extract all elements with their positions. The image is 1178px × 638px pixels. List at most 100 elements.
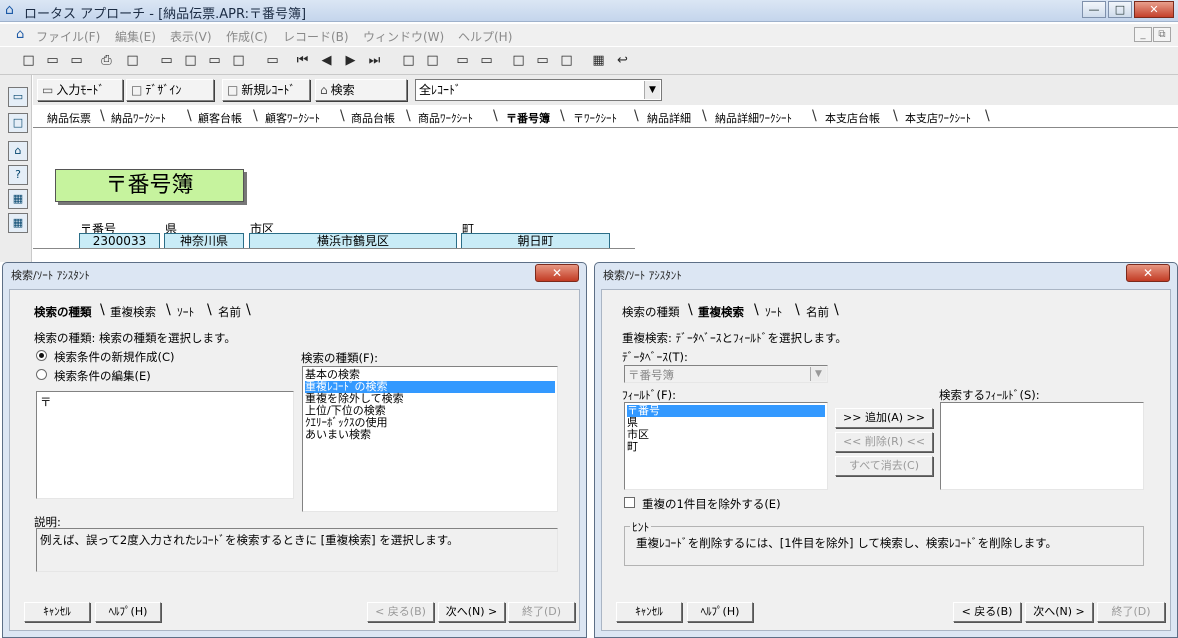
list-item[interactable]: 県: [627, 417, 825, 429]
insert-icon[interactable]: □: [556, 50, 577, 71]
search-field-list[interactable]: [940, 402, 1144, 490]
sort-desc-icon[interactable]: □: [422, 50, 443, 71]
tab-duplicate-search[interactable]: 重複検索: [698, 304, 744, 320]
field-zip[interactable]: 2300033: [79, 233, 160, 249]
help-button[interactable]: ﾍﾙﾌﾟ(H): [687, 602, 753, 622]
tab-honshiten-daicho[interactable]: 本支店台帳: [825, 110, 880, 126]
cancel-button[interactable]: ｷｬﾝｾﾙ: [616, 602, 682, 622]
open-file-icon[interactable]: ▭: [42, 50, 63, 71]
new-file-icon[interactable]: □: [18, 50, 39, 71]
find-again-icon[interactable]: ▭: [476, 50, 497, 71]
undo-icon[interactable]: ↩: [612, 50, 633, 71]
menu-help[interactable]: ヘルプ(H): [458, 28, 512, 45]
folder-icon[interactable]: ▭: [66, 50, 87, 71]
field-prefecture[interactable]: 神奈川県: [164, 233, 244, 249]
list-item[interactable]: あいまい検索: [305, 429, 555, 441]
tab-search-type[interactable]: 検索の種類: [34, 304, 92, 320]
radio-edit-condition-label[interactable]: 検索条件の編集(E): [54, 368, 151, 384]
find-icon[interactable]: ▭: [452, 50, 473, 71]
tab-name[interactable]: 名前: [806, 304, 829, 320]
clear-all-button[interactable]: すべて消去(C): [835, 456, 933, 476]
tab-duplicate-search[interactable]: 重複検索: [110, 304, 156, 320]
save-icon[interactable]: □: [8, 113, 28, 133]
new-record-button[interactable]: □ 新規ﾚｺｰﾄﾞ: [222, 79, 310, 101]
field-town[interactable]: 朝日町: [461, 233, 610, 249]
help-button[interactable]: ﾍﾙﾌﾟ(H): [95, 602, 161, 622]
exclude-first-label[interactable]: 重複の1件目を除外する(E): [642, 496, 781, 512]
first-record-icon[interactable]: ⏮: [292, 50, 313, 71]
dialog-close-button[interactable]: ✕: [1126, 264, 1170, 282]
menu-edit[interactable]: 編集(E): [115, 28, 156, 45]
tab-nouhin-shosai-worksheet[interactable]: 納品詳細ﾜｰｸｼｰﾄ: [715, 110, 792, 126]
tab-kokyaku-daicho[interactable]: 顧客台帳: [198, 110, 242, 126]
tab-kokyaku-worksheet[interactable]: 顧客ﾜｰｸｼｰﾄ: [265, 110, 320, 126]
tab-search-type[interactable]: 検索の種類: [622, 304, 680, 320]
record-icon[interactable]: ▭: [262, 50, 283, 71]
list-item-selected[interactable]: 〒番号: [627, 405, 825, 417]
database-select[interactable]: 〒番号簿 ▼: [624, 365, 828, 383]
tab-name[interactable]: 名前: [218, 304, 241, 320]
form-icon[interactable]: ▦: [8, 189, 28, 209]
table-icon[interactable]: ▦: [588, 50, 609, 71]
tab-shohin-worksheet[interactable]: 商品ﾜｰｸｼｰﾄ: [418, 110, 473, 126]
finish-button[interactable]: 終了(D): [1097, 602, 1165, 622]
list-item[interactable]: 市区: [627, 429, 825, 441]
menu-record[interactable]: レコード(B): [283, 28, 349, 45]
cut-icon[interactable]: ▭: [156, 50, 177, 71]
radio-new-condition-label[interactable]: 検索条件の新規作成(C): [54, 349, 175, 365]
tab-yubin-bangobo[interactable]: 〒番号簿: [506, 110, 550, 126]
mdi-restore-button[interactable]: ⧉: [1153, 27, 1171, 42]
tab-honshiten-worksheet[interactable]: 本支店ﾜｰｸｼｰﾄ: [905, 110, 971, 126]
search-button[interactable]: ⌂ 検索: [315, 79, 407, 101]
menu-create[interactable]: 作成(C): [226, 28, 268, 45]
design-button[interactable]: □ ﾃﾞｻﾞｲﾝ: [126, 79, 214, 101]
chevron-down-icon[interactable]: ▼: [644, 81, 660, 99]
tab-sort[interactable]: ｿｰﾄ: [765, 304, 782, 320]
sort-asc-icon[interactable]: □: [398, 50, 419, 71]
field-city[interactable]: 横浜市鶴見区: [249, 233, 457, 249]
next-button[interactable]: 次へ(N) >: [1025, 602, 1093, 622]
finish-button[interactable]: 終了(D): [508, 602, 575, 622]
duplicate-icon[interactable]: ▭: [532, 50, 553, 71]
chevron-down-icon[interactable]: ▼: [810, 367, 826, 381]
prev-record-icon[interactable]: ◀: [316, 50, 337, 71]
back-button[interactable]: < 戻る(B): [953, 602, 1021, 622]
list-item[interactable]: 町: [627, 441, 825, 453]
back-button[interactable]: < 戻る(B): [367, 602, 434, 622]
menu-file[interactable]: ファイル(F): [36, 28, 100, 45]
report-icon[interactable]: ▦: [8, 213, 28, 233]
menu-view[interactable]: 表示(V): [170, 28, 212, 45]
input-mode-button[interactable]: ▭ 入力ﾓｰﾄﾞ: [37, 79, 123, 101]
tab-nouhin-denpyo[interactable]: 納品伝票: [47, 110, 91, 126]
preview-icon[interactable]: □: [122, 50, 143, 71]
maximize-button[interactable]: □: [1108, 1, 1132, 18]
mdi-minimize-button[interactable]: _: [1134, 27, 1152, 42]
record-filter-select[interactable]: 全ﾚｺｰﾄﾞ ▼: [415, 79, 662, 101]
exclude-first-checkbox[interactable]: [624, 497, 635, 508]
minimize-button[interactable]: —: [1082, 1, 1106, 18]
tab-nouhin-shosai[interactable]: 納品詳細: [647, 110, 691, 126]
format-icon[interactable]: □: [228, 50, 249, 71]
home-icon[interactable]: ⌂: [8, 141, 28, 161]
tab-sort[interactable]: ｿｰﾄ: [177, 304, 194, 320]
next-button[interactable]: 次へ(N) >: [438, 602, 505, 622]
paste-icon[interactable]: ▭: [204, 50, 225, 71]
cancel-button[interactable]: ｷｬﾝｾﾙ: [24, 602, 90, 622]
open-icon[interactable]: ▭: [8, 87, 28, 107]
print-icon[interactable]: ⎙: [96, 50, 117, 71]
help-icon[interactable]: ?: [8, 165, 28, 185]
tab-shohin-daicho[interactable]: 商品台帳: [351, 110, 395, 126]
search-type-list[interactable]: 基本の検索 重複ﾚｺｰﾄﾞの検索 重複を除外して検索 上位/下位の検索 ｸｴﾘｰ…: [302, 366, 558, 512]
next-record-icon[interactable]: ▶: [340, 50, 361, 71]
field-list[interactable]: 〒番号 県 市区 町: [624, 402, 828, 490]
copy-icon[interactable]: □: [180, 50, 201, 71]
last-record-icon[interactable]: ⏭: [364, 50, 385, 71]
radio-edit-condition[interactable]: [36, 369, 47, 380]
browse-icon[interactable]: □: [508, 50, 529, 71]
remove-field-button[interactable]: << 削除(R) <<: [835, 432, 933, 452]
tab-yubin-worksheet[interactable]: 〒ﾜｰｸｼｰﾄ: [573, 110, 617, 126]
condition-list[interactable]: 〒: [36, 391, 294, 499]
add-field-button[interactable]: >> 追加(A) >>: [835, 408, 933, 428]
menu-window[interactable]: ウィンドウ(W): [363, 28, 444, 45]
close-button[interactable]: ✕: [1134, 1, 1174, 18]
